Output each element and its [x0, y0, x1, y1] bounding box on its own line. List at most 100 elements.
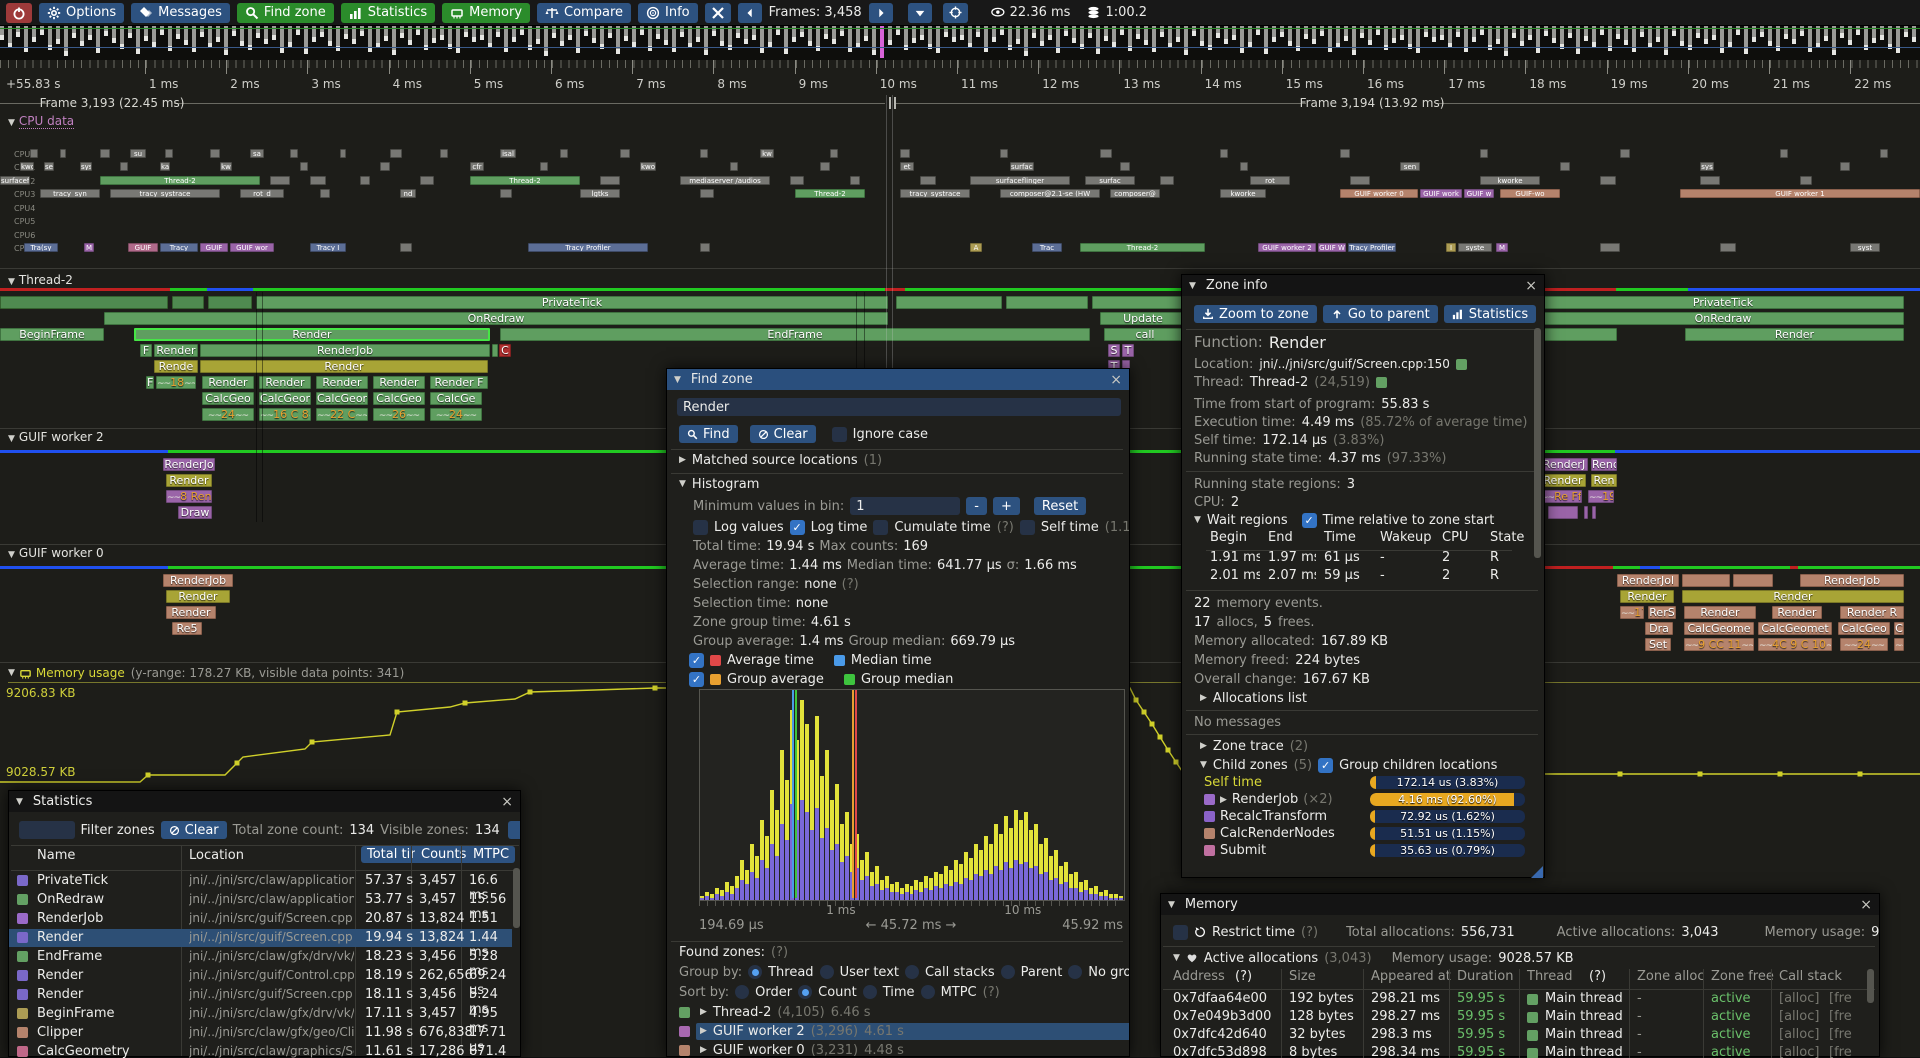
- cpu-zone-segment[interactable]: [900, 149, 910, 158]
- child-zone-row[interactable]: RecalcTransform72.92 us (1.62%): [1182, 809, 1534, 826]
- zone[interactable]: Render F: [430, 376, 488, 389]
- decrement-button[interactable]: -: [966, 497, 987, 515]
- increment-button[interactable]: +: [993, 497, 1020, 515]
- sort-by-counts-button[interactable]: Counts: [415, 846, 472, 863]
- cpu-zone-segment[interactable]: Tracy I: [310, 243, 346, 252]
- zone[interactable]: 9 CC 11: [1684, 638, 1754, 651]
- cpu-zone-segment[interactable]: su: [130, 149, 146, 158]
- cpu-zone-segment[interactable]: kw: [220, 162, 232, 171]
- statistics-table-row[interactable]: Renderjni/../jni/src/guif/Control.cpp:34…: [9, 967, 512, 985]
- close-icon[interactable]: ×: [501, 794, 513, 810]
- cpu-zone-segment[interactable]: [1160, 176, 1174, 185]
- wait-table-row[interactable]: 1.91 ms1.97 ms61 µs-2R: [1182, 550, 1534, 566]
- next-frame-button[interactable]: [869, 3, 893, 23]
- child-zone-row[interactable]: Self time172.14 us (3.83%): [1182, 775, 1534, 792]
- cpu-zone-segment[interactable]: GUIF wor: [230, 243, 274, 252]
- zone[interactable]: CalcGeor: [316, 392, 368, 405]
- zone[interactable]: Render: [316, 376, 368, 389]
- cpu-zone-segment[interactable]: Thread-2: [795, 189, 865, 198]
- memory-scroll-thumb[interactable]: [1867, 969, 1874, 1003]
- cpu-zone-segment[interactable]: M: [84, 243, 94, 252]
- zone[interactable]: [896, 296, 1002, 309]
- found-zone-group-row[interactable]: ▶GUIF worker 0(3,231)4.48 s: [671, 1039, 1129, 1058]
- statistics-scrollbar[interactable]: [513, 868, 520, 1054]
- sort-by-radio[interactable]: [735, 985, 749, 999]
- cpu-zone-segment[interactable]: [1620, 149, 1630, 158]
- group-by-radio[interactable]: [820, 965, 834, 979]
- zone[interactable]: BeginFrame: [0, 328, 104, 341]
- cpu-zone-segment[interactable]: [1800, 176, 1812, 185]
- cpu-zone-segment[interactable]: syst: [1850, 243, 1880, 252]
- cpu-zone-segment[interactable]: [1000, 149, 1008, 158]
- find-zone-button[interactable]: Find zone: [237, 3, 334, 23]
- zone[interactable]: CalcGeo: [373, 392, 425, 405]
- wait-regions-row[interactable]: ▼Wait regions✓Time relative to zone star…: [1186, 510, 1544, 530]
- zone[interactable]: 24: [430, 408, 482, 421]
- child-zone-row[interactable]: CalcRenderNodes51.51 us (1.15%): [1182, 826, 1534, 843]
- cpu-zone-segment[interactable]: rot: [1250, 176, 1290, 185]
- zone[interactable]: 22 C: [316, 408, 368, 421]
- zone[interactable]: OnRedraw: [1542, 312, 1904, 325]
- zone[interactable]: T: [1122, 344, 1134, 357]
- memory-button[interactable]: Memory: [442, 3, 530, 23]
- child-zone-row[interactable]: Submit35.63 us (0.79%): [1182, 843, 1534, 860]
- zone[interactable]: Render: [1772, 606, 1822, 619]
- cpu-zone-segment[interactable]: tracy_systrace: [110, 189, 220, 198]
- cpu-zone-segment[interactable]: [390, 149, 402, 158]
- cpu-zone-segment[interactable]: syste: [1458, 243, 1492, 252]
- active-allocations-section-row[interactable]: ▼Active allocations(3,043)Memory usage:9…: [1165, 947, 1879, 969]
- cpu-zone-segment[interactable]: surfacef: [0, 176, 30, 185]
- find-button[interactable]: Find: [679, 425, 738, 443]
- cpu-zone-segment[interactable]: GUIF worker 1: [1680, 189, 1920, 198]
- zone[interactable]: 8 Rend 9: [166, 490, 212, 503]
- cpu-zone-segment[interactable]: [820, 162, 830, 171]
- cpu-zone-segment[interactable]: [1340, 149, 1350, 158]
- zone[interactable]: C: [1894, 622, 1904, 635]
- cpu-zone-segment[interactable]: [210, 149, 220, 158]
- cpu-zone-segment[interactable]: tracy_systrace: [900, 189, 970, 198]
- zone[interactable]: F: [146, 376, 154, 389]
- cumulate-time-checkbox[interactable]: [873, 520, 888, 535]
- cpu-zone-segment[interactable]: GUIF worker 0: [1340, 189, 1418, 198]
- zone[interactable]: [1548, 506, 1578, 519]
- statistics-table-row[interactable]: BeginFramejni/../jni/src/claw/gfx/drv/vk…: [9, 1005, 512, 1023]
- cpu-zone-segment[interactable]: [1100, 149, 1112, 158]
- zone[interactable]: Rend: [1591, 458, 1617, 471]
- zone[interactable]: Render R: [1840, 606, 1904, 619]
- zone[interactable]: Render: [202, 376, 254, 389]
- cpu-zone-segment[interactable]: [1240, 162, 1248, 171]
- zone[interactable]: Render: [259, 376, 311, 389]
- zone[interactable]: Set: [1645, 638, 1671, 651]
- jump-down-button[interactable]: [908, 3, 932, 23]
- cpu-zone-segment[interactable]: [1480, 149, 1488, 158]
- zone[interactable]: RerS: [1648, 606, 1676, 619]
- cpu-zone-segment[interactable]: [790, 176, 804, 185]
- cpu-zone-segment[interactable]: sa: [250, 149, 264, 158]
- zone[interactable]: [1006, 296, 1088, 309]
- statistics-button[interactable]: Statistics: [1444, 305, 1536, 323]
- statistics-table-row[interactable]: Clipperjni/../jni/src/claw/gfx/geo/Clipp…: [9, 1024, 512, 1042]
- cpu-zone-segment[interactable]: sen: [1400, 162, 1420, 171]
- cpu-zone-segment[interactable]: [440, 149, 448, 158]
- restrict-time-checkbox[interactable]: [1173, 925, 1188, 940]
- zone[interactable]: CalcGeo: [202, 392, 254, 405]
- zone[interactable]: RenderJol: [1617, 574, 1679, 587]
- zone[interactable]: CalcGeome: [259, 392, 311, 405]
- group-by-radio[interactable]: [1068, 965, 1082, 979]
- cpu-zone-segment[interactable]: [400, 243, 412, 252]
- memory-table-row[interactable]: 0x7e049b3d00128 bytes298.27 ms59.95 sMai…: [1161, 1009, 1875, 1026]
- self-time-checkbox[interactable]: [1020, 520, 1035, 535]
- zone[interactable]: CalcGe: [430, 392, 482, 405]
- cpu-data-header[interactable]: ▼CPU data: [8, 114, 208, 128]
- matched-locations-row[interactable]: ▶Matched source locations(1): [671, 450, 1129, 470]
- time-ruler[interactable]: +55.83 s1 ms2 ms3 ms4 ms5 ms6 ms7 ms8 ms…: [0, 60, 1920, 95]
- zone[interactable]: [1542, 328, 1617, 341]
- zone[interactable]: Render: [134, 328, 490, 341]
- close-icon[interactable]: ×: [1860, 897, 1872, 913]
- prev-frame-button[interactable]: [738, 3, 762, 23]
- zone[interactable]: Re Ff: [1540, 490, 1582, 503]
- cpu-zone-segment[interactable]: [1560, 162, 1570, 171]
- cpu-zone-segment[interactable]: [500, 189, 512, 198]
- clear-filter-button[interactable]: Clear: [161, 821, 227, 839]
- sort-by-mtpc-button[interactable]: MTPC: [467, 846, 515, 863]
